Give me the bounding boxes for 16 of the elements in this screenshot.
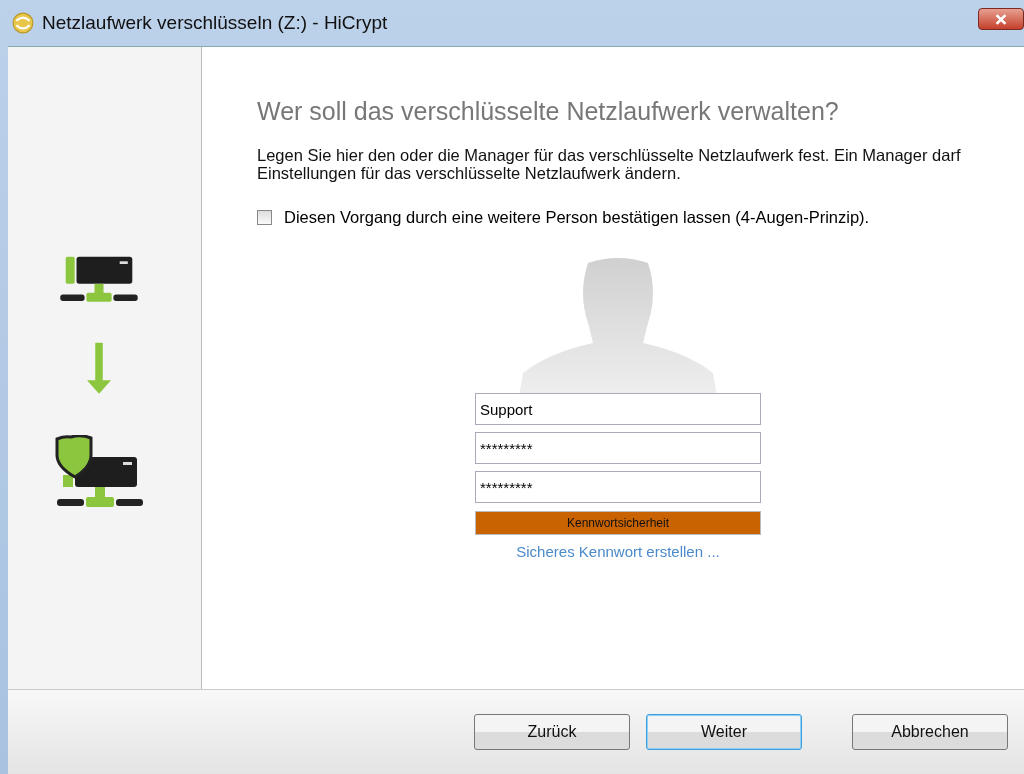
input-field[interactable]: ********* (475, 432, 761, 464)
app-icon (12, 12, 34, 34)
page-heading: Wer soll das verschlüsselte Netzlaufwerk verwalten? (257, 97, 840, 126)
strength-label: Kennwortsicherheit (565, 515, 671, 532)
input-field[interactable]: ********* (475, 471, 761, 503)
close-icon (994, 13, 1008, 25)
dialog-button[interactable]: Abbrechen (852, 714, 1008, 750)
input-field[interactable]: Support (475, 393, 761, 425)
checkbox-label: Diesen Vorgang durch eine weitere Person bestätigen lassen (4-Augen-Prinzip). (284, 208, 870, 227)
description-text: Legen Sie hier den oder die Manager für das verschlüsselte Netzlaufwerk fest. Ein Manager darf Einstellungen für das verschlüsselte Netzlaufwerk ändern. (257, 146, 962, 182)
dialog-button[interactable]: Weiter (646, 714, 802, 750)
close-button[interactable] (978, 8, 1024, 30)
create-password-link[interactable]: Sicheres Kennwort erstellen ... (516, 543, 720, 560)
dialog-button[interactable]: Zurück (474, 714, 630, 750)
window-title: Netzlaufwerk verschlüsseln (Z:) - HiCrypt (42, 12, 389, 34)
checkbox[interactable] (257, 210, 272, 225)
